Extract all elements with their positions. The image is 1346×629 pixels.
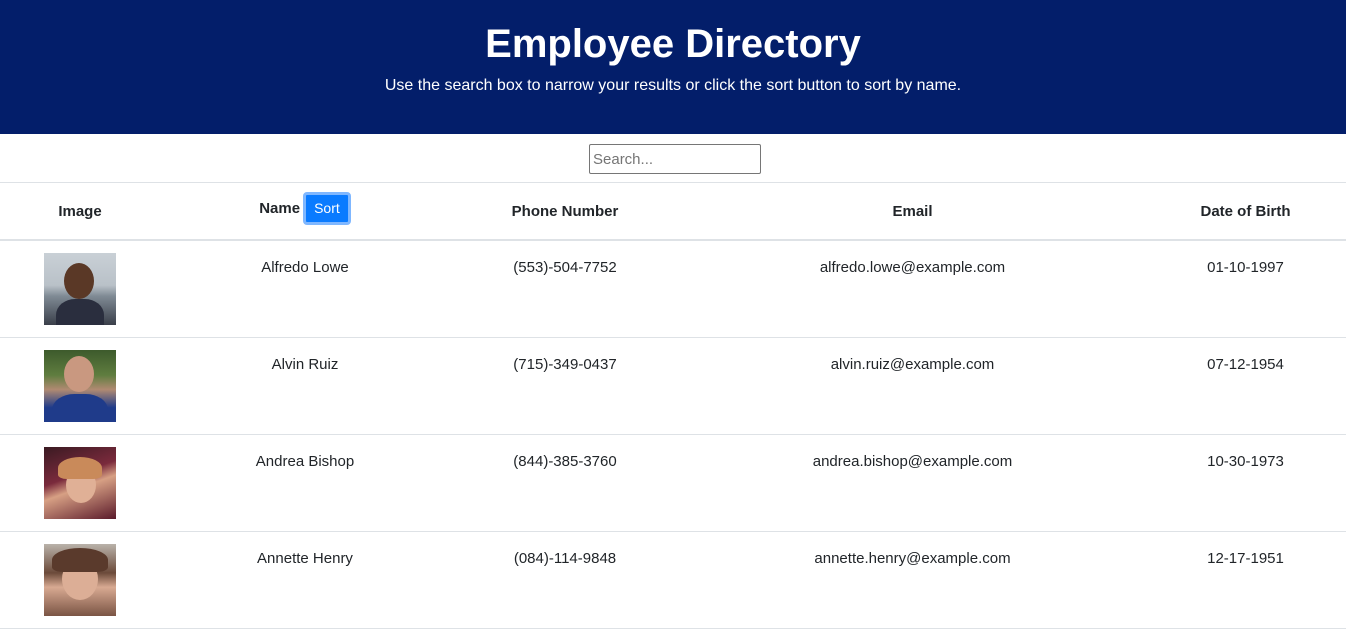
column-header-name: Name Sort — [160, 182, 450, 241]
employee-image-cell — [0, 337, 160, 435]
employee-name: Alfredo Lowe — [160, 240, 450, 338]
employee-email: alvin.ruiz@example.com — [680, 337, 1145, 435]
employee-dob: 01-10-1997 — [1145, 240, 1346, 338]
employee-email: annette.henry@example.com — [680, 531, 1145, 629]
employee-name: Alvin Ruiz — [160, 337, 450, 435]
employee-dob: 07-12-1954 — [1145, 337, 1346, 435]
table-row: Annette Henry (084)-114-9848 annette.hen… — [0, 531, 1346, 629]
table-row: Andrea Bishop (844)-385-3760 andrea.bish… — [0, 434, 1346, 532]
employee-image-cell — [0, 434, 160, 532]
column-header-email: Email — [680, 182, 1145, 241]
sort-button[interactable]: Sort — [303, 191, 351, 225]
table-header-row: Image Name Sort Phone Number Email Date … — [0, 182, 1346, 241]
page-subtitle: Use the search box to narrow your result… — [384, 77, 962, 94]
employee-dob: 12-17-1951 — [1145, 531, 1346, 629]
employee-dob: 10-30-1973 — [1145, 434, 1346, 532]
employee-table: Image Name Sort Phone Number Email Date … — [0, 182, 1346, 629]
column-header-dob: Date of Birth — [1145, 182, 1346, 241]
column-header-name-label: Name — [259, 199, 301, 217]
employee-image-cell — [0, 531, 160, 629]
table-row: Alfredo Lowe (553)-504-7752 alfredo.lowe… — [0, 240, 1346, 338]
column-header-phone: Phone Number — [450, 182, 680, 241]
avatar — [44, 253, 116, 325]
employee-name: Andrea Bishop — [160, 434, 450, 532]
page-header: Employee Directory Use the search box to… — [0, 0, 1346, 134]
table-row: Alvin Ruiz (715)-349-0437 alvin.ruiz@exa… — [0, 337, 1346, 435]
search-input[interactable] — [589, 144, 761, 174]
employee-phone: (084)-114-9848 — [450, 531, 680, 629]
employee-email: alfredo.lowe@example.com — [680, 240, 1145, 338]
employee-phone: (553)-504-7752 — [450, 240, 680, 338]
employee-phone: (844)-385-3760 — [450, 434, 680, 532]
search-bar — [0, 134, 1346, 182]
employee-email: andrea.bishop@example.com — [680, 434, 1145, 532]
employee-name: Annette Henry — [160, 531, 450, 629]
employee-phone: (715)-349-0437 — [450, 337, 680, 435]
employee-image-cell — [0, 240, 160, 338]
avatar — [44, 544, 116, 616]
page-title: Employee Directory — [485, 22, 861, 66]
avatar — [44, 350, 116, 422]
column-header-image: Image — [0, 182, 160, 241]
avatar — [44, 447, 116, 519]
